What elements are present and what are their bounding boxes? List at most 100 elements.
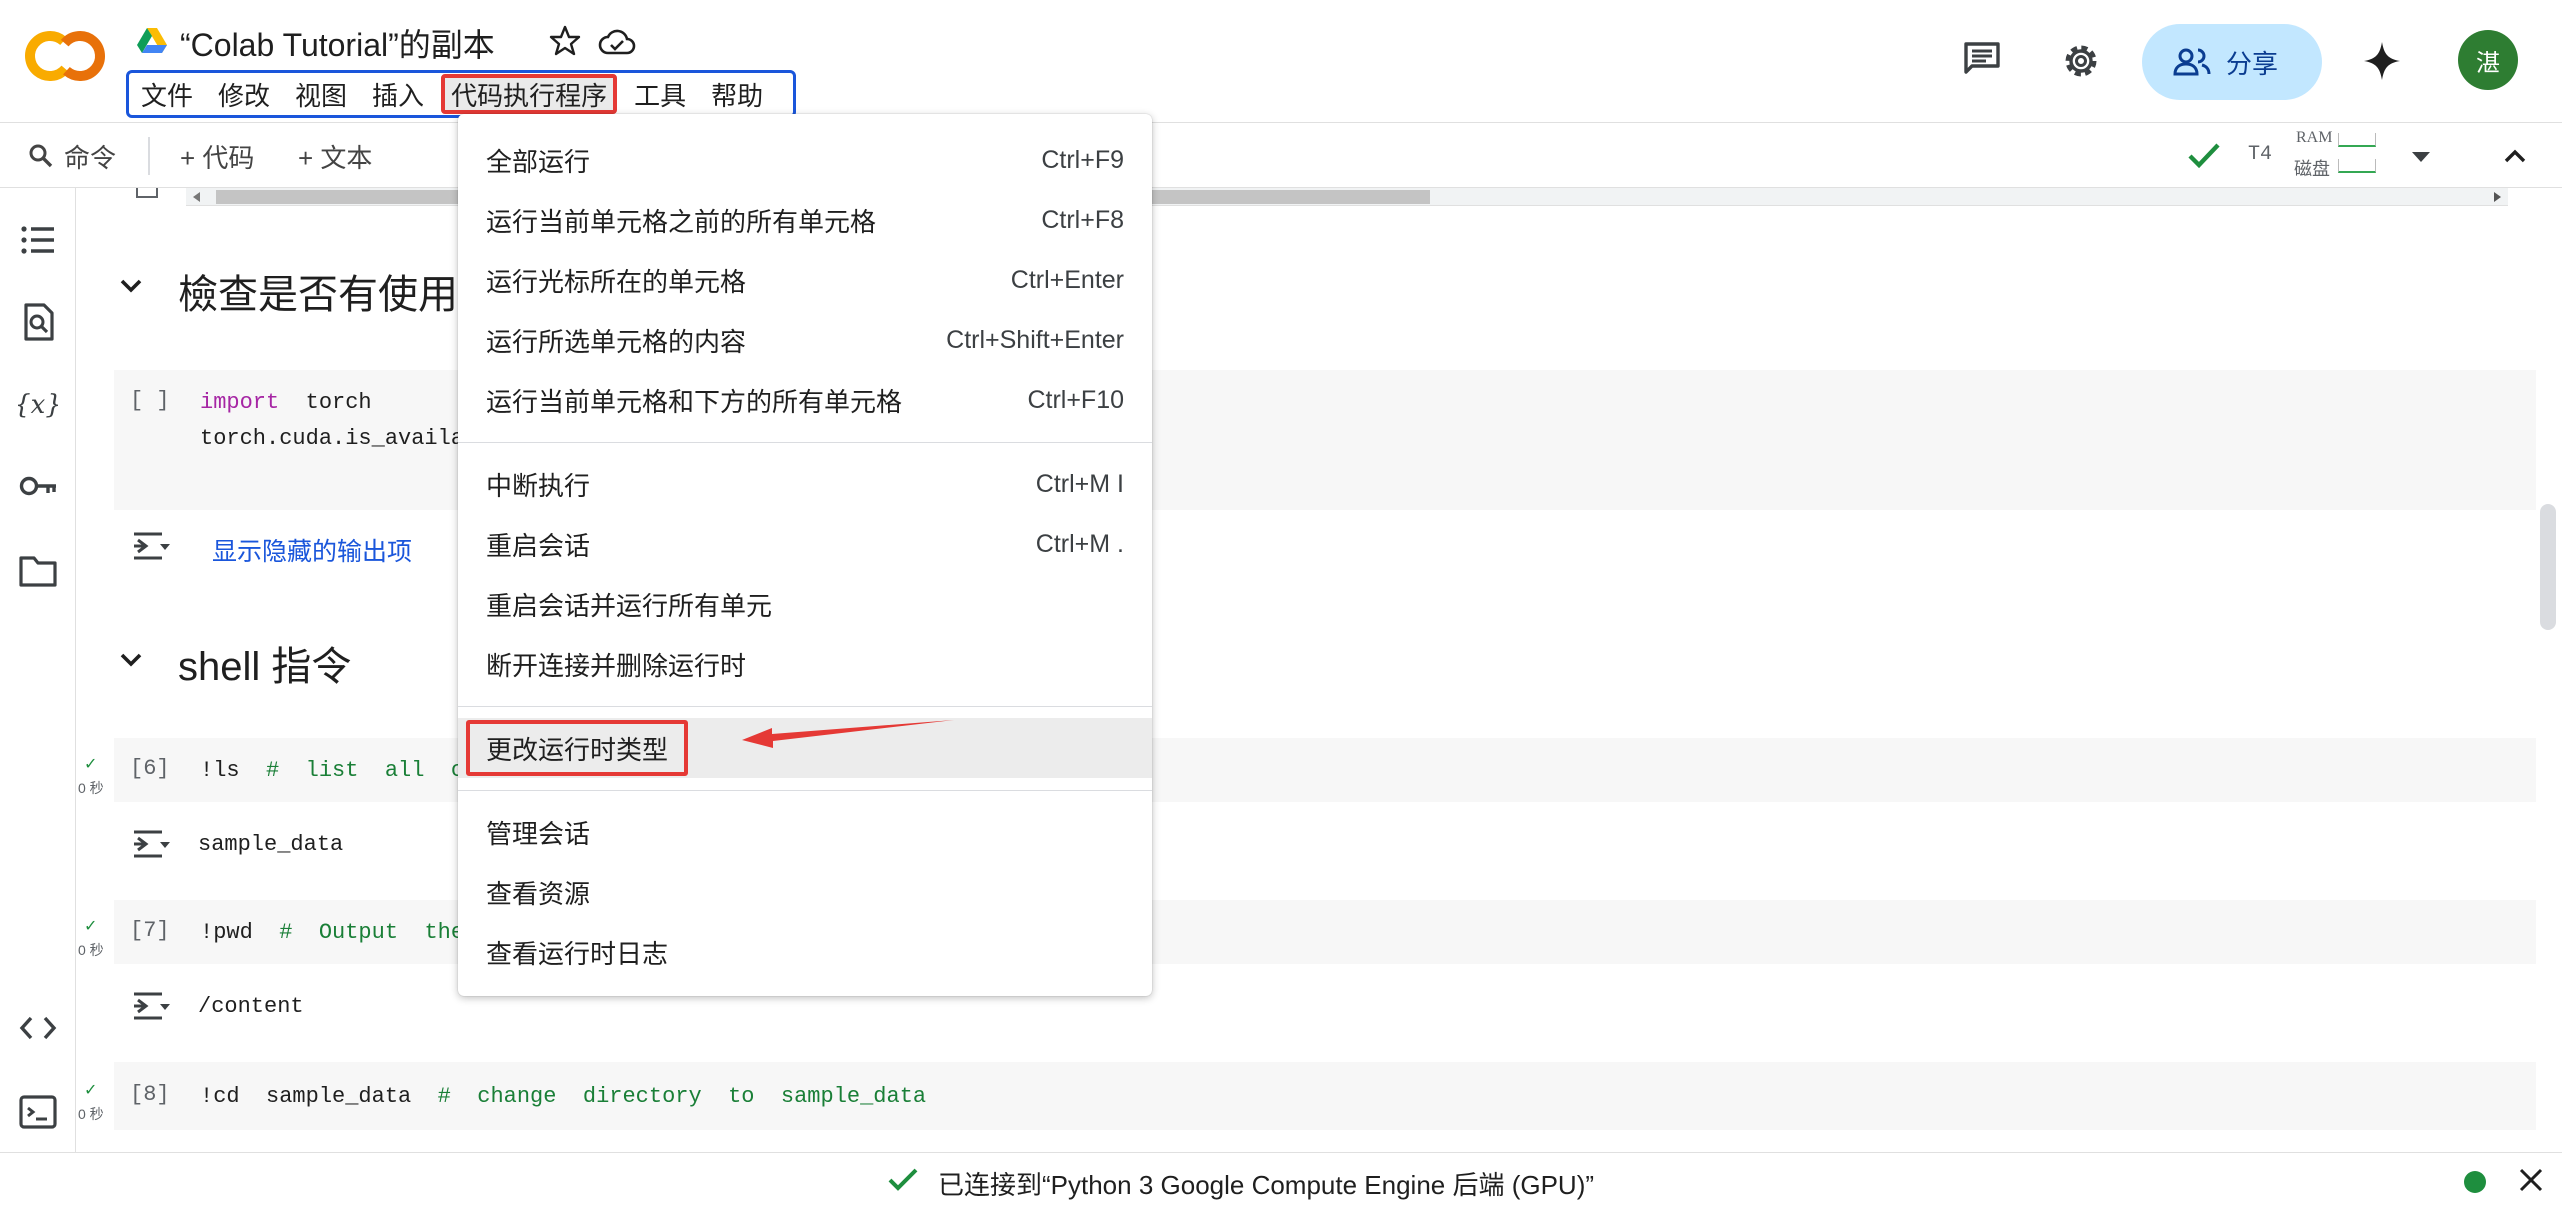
table-of-contents-icon[interactable] [18, 220, 58, 260]
cell-exec-time: 0 秒 [78, 942, 104, 958]
notebook-toolbar: 命令 + 代码 + 文本 T4 RAM 磁盘 [0, 122, 2562, 188]
code-text: !pwd [200, 920, 253, 945]
search-icon [29, 144, 53, 168]
notebook-title[interactable]: “Colab Tutorial”的副本 [180, 20, 495, 66]
chevron-up-icon[interactable] [2500, 141, 2530, 171]
menu-view[interactable]: 视图 [287, 74, 355, 114]
code-text: torch [279, 390, 372, 415]
execution-count[interactable]: [6] [130, 756, 170, 781]
colab-logo[interactable] [24, 28, 106, 84]
menu-item-shortcut: Ctrl+M I [1035, 469, 1124, 498]
runtime-menu-dropdown: 全部运行 Ctrl+F9 运行当前单元格之前的所有单元格 Ctrl+F8 运行光… [458, 114, 1152, 996]
command-palette-button[interactable]: 命令 [28, 135, 116, 177]
menu-item-run-all[interactable]: 全部运行 Ctrl+F9 [458, 130, 1152, 190]
connected-check-icon[interactable] [2186, 139, 2222, 171]
disk-label: 磁盘 [2294, 159, 2330, 179]
run-cell-button[interactable]: [ ] [130, 388, 170, 413]
menu-runtime[interactable]: 代码执行程序 [441, 74, 618, 114]
google-drive-icon[interactable] [136, 26, 168, 56]
people-icon [2173, 48, 2211, 76]
notebook-area: 檢查是否有使用 [ ] import torch torch.cuda.is_a… [76, 188, 2538, 1152]
menu-item-label: 运行所选单元格的内容 [486, 326, 747, 357]
code-line: !pwd # Output the [200, 920, 464, 945]
menu-item-run-focused[interactable]: 运行光标所在的单元格 Ctrl+Enter [458, 250, 1152, 310]
menu-item-run-after[interactable]: 运行当前单元格和下方的所有单元格 Ctrl+F10 [458, 370, 1152, 430]
connection-status-text: 已连接到“Python 3 Google Compute Engine 后端 (… [938, 1170, 1595, 1200]
menu-item-restart-run-all[interactable]: 重启会话并运行所有单元 [458, 574, 1152, 634]
menu-file[interactable]: 文件 [133, 74, 201, 114]
menu-item-shortcut: Ctrl+F9 [1041, 145, 1124, 174]
section-heading: shell 指令 [178, 645, 352, 689]
menu-item-label: 中断执行 [486, 470, 591, 501]
code-comment: # change directory to sample_data [437, 1084, 927, 1109]
notebook-vertical-scrollbar[interactable] [2540, 504, 2556, 630]
secrets-key-icon[interactable] [18, 466, 58, 506]
menu-item-shortcut: Ctrl+M . [1035, 529, 1124, 558]
cell-exec-time: 0 秒 [78, 780, 104, 796]
scroll-left-icon[interactable] [192, 192, 202, 202]
share-button[interactable]: 分享 [2142, 24, 2322, 100]
runtime-gpu-label[interactable]: T4 [2248, 143, 2272, 166]
close-icon[interactable] [2518, 1167, 2544, 1193]
menu-item-label: 重启会话 [486, 530, 591, 561]
menu-item-shortcut: Ctrl+F10 [1027, 385, 1124, 414]
menu-item-label: 运行光标所在的单元格 [486, 266, 747, 297]
output-toggle-icon[interactable] [132, 530, 172, 562]
toolbar-divider [148, 137, 150, 175]
share-label: 分享 [2226, 48, 2279, 79]
execution-count[interactable]: [8] [130, 1082, 170, 1107]
output-toggle-icon[interactable] [132, 990, 172, 1022]
code-snippets-icon[interactable] [18, 1008, 58, 1048]
menu-item-view-resources[interactable]: 查看资源 [458, 862, 1152, 922]
cell-success-check: ✓ [84, 1082, 98, 1099]
cell-success-check: ✓ [84, 756, 98, 773]
code-text: !cd sample_data [200, 1084, 412, 1109]
section-collapse-icon[interactable] [116, 644, 146, 674]
menu-item-run-before[interactable]: 运行当前单元格之前的所有单元格 Ctrl+F8 [458, 190, 1152, 250]
variables-icon[interactable]: {x} [18, 384, 58, 424]
disk-usage-meter[interactable] [2338, 159, 2376, 173]
code-cell[interactable]: [8] !cd sample_data # change directory t… [114, 1062, 2536, 1130]
cloud-saved-icon[interactable] [598, 26, 636, 58]
terminal-icon[interactable] [18, 1092, 58, 1132]
menu-insert[interactable]: 插入 [364, 74, 432, 114]
menu-item-disconnect-delete[interactable]: 断开连接并删除运行时 [458, 634, 1152, 694]
menu-item-label: 查看运行时日志 [486, 938, 669, 969]
gemini-sparkle-icon[interactable] [2362, 40, 2402, 82]
code-keyword: import [200, 390, 280, 415]
execution-count[interactable]: [7] [130, 918, 170, 943]
add-text-cell-button[interactable]: + 文本 [298, 135, 372, 177]
show-hidden-output-link[interactable]: 显示隐藏的输出项 [212, 532, 412, 568]
files-folder-icon[interactable] [18, 550, 58, 590]
comment-icon[interactable] [1962, 40, 2002, 76]
runtime-dropdown-icon[interactable] [2408, 143, 2434, 169]
menu-item-manage-sessions[interactable]: 管理会话 [458, 802, 1152, 862]
menu-item-label: 运行当前单元格和下方的所有单元格 [486, 386, 903, 417]
header: “Colab Tutorial”的副本 文件 修改 视图 插入 代码执行程序 工… [0, 0, 2562, 122]
menu-item-interrupt[interactable]: 中断执行 Ctrl+M I [458, 454, 1152, 514]
add-code-cell-button[interactable]: + 代码 [180, 135, 254, 177]
section-heading: 檢查是否有使用 [178, 273, 458, 317]
code-text: !ls [200, 758, 240, 783]
menu-help[interactable]: 帮助 [703, 74, 771, 114]
previous-cell-edge [136, 188, 158, 198]
menu-item-label: 全部运行 [486, 146, 591, 177]
menu-item-restart-session[interactable]: 重启会话 Ctrl+M . [458, 514, 1152, 574]
section-collapse-icon[interactable] [116, 270, 146, 300]
scroll-right-icon[interactable] [2492, 192, 2502, 202]
menu-item-view-runtime-logs[interactable]: 查看运行时日志 [458, 922, 1152, 982]
annotation-highlight-box [466, 720, 688, 776]
user-avatar[interactable]: 湛 [2458, 30, 2518, 90]
menu-edit[interactable]: 修改 [210, 74, 278, 114]
menu-divider [458, 442, 1152, 443]
settings-gear-icon[interactable] [2060, 40, 2102, 82]
star-icon[interactable] [548, 24, 582, 58]
menu-item-label: 重启会话并运行所有单元 [486, 590, 773, 621]
menu-item-run-selection[interactable]: 运行所选单元格的内容 Ctrl+Shift+Enter [458, 310, 1152, 370]
menu-item-label: 断开连接并删除运行时 [486, 650, 747, 681]
find-replace-icon[interactable] [18, 302, 58, 342]
menu-tools[interactable]: 工具 [626, 74, 694, 114]
output-toggle-icon[interactable] [132, 828, 172, 860]
command-label: 命令 [64, 142, 117, 173]
ram-usage-meter[interactable] [2338, 133, 2376, 147]
